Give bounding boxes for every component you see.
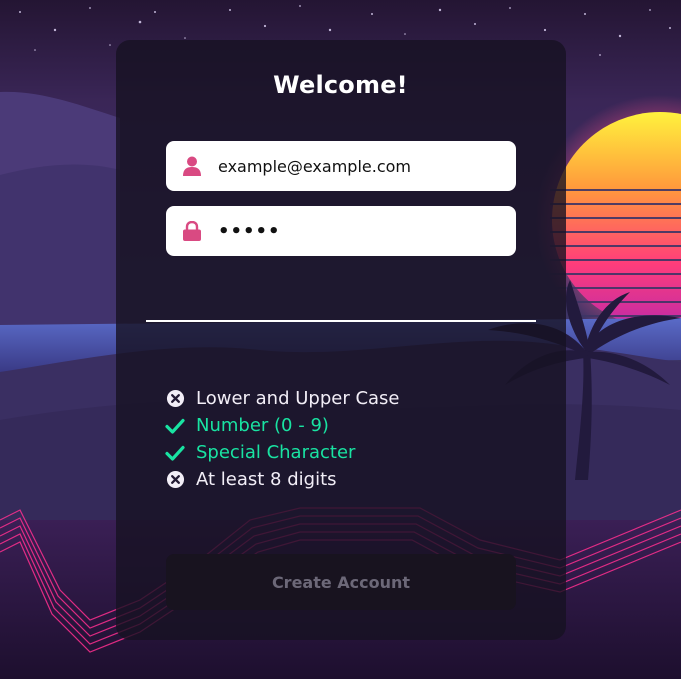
email-input[interactable]	[218, 156, 508, 176]
rule-length: At least 8 digits	[165, 466, 400, 493]
rule-special: Special Character	[165, 439, 400, 466]
page-title: Welcome!	[273, 71, 408, 99]
user-icon	[181, 155, 203, 177]
create-account-button[interactable]: Create Account	[166, 554, 516, 610]
rule-label: Number (0 - 9)	[196, 415, 329, 436]
rule-number: Number (0 - 9)	[165, 412, 400, 439]
password-input[interactable]	[218, 220, 508, 242]
password-rules: Lower and Upper Case Number (0 - 9) Spec…	[165, 385, 400, 493]
password-field[interactable]	[166, 206, 516, 256]
signup-card	[116, 40, 566, 640]
check-icon	[165, 416, 185, 436]
check-icon	[165, 443, 185, 463]
x-circle-icon	[165, 389, 185, 409]
email-field[interactable]	[166, 141, 516, 191]
rule-label: Lower and Upper Case	[196, 388, 400, 409]
rule-label: At least 8 digits	[196, 469, 337, 490]
lock-icon	[181, 220, 203, 242]
divider	[146, 320, 536, 322]
x-circle-icon	[165, 470, 185, 490]
rule-case: Lower and Upper Case	[165, 385, 400, 412]
rule-label: Special Character	[196, 442, 356, 463]
